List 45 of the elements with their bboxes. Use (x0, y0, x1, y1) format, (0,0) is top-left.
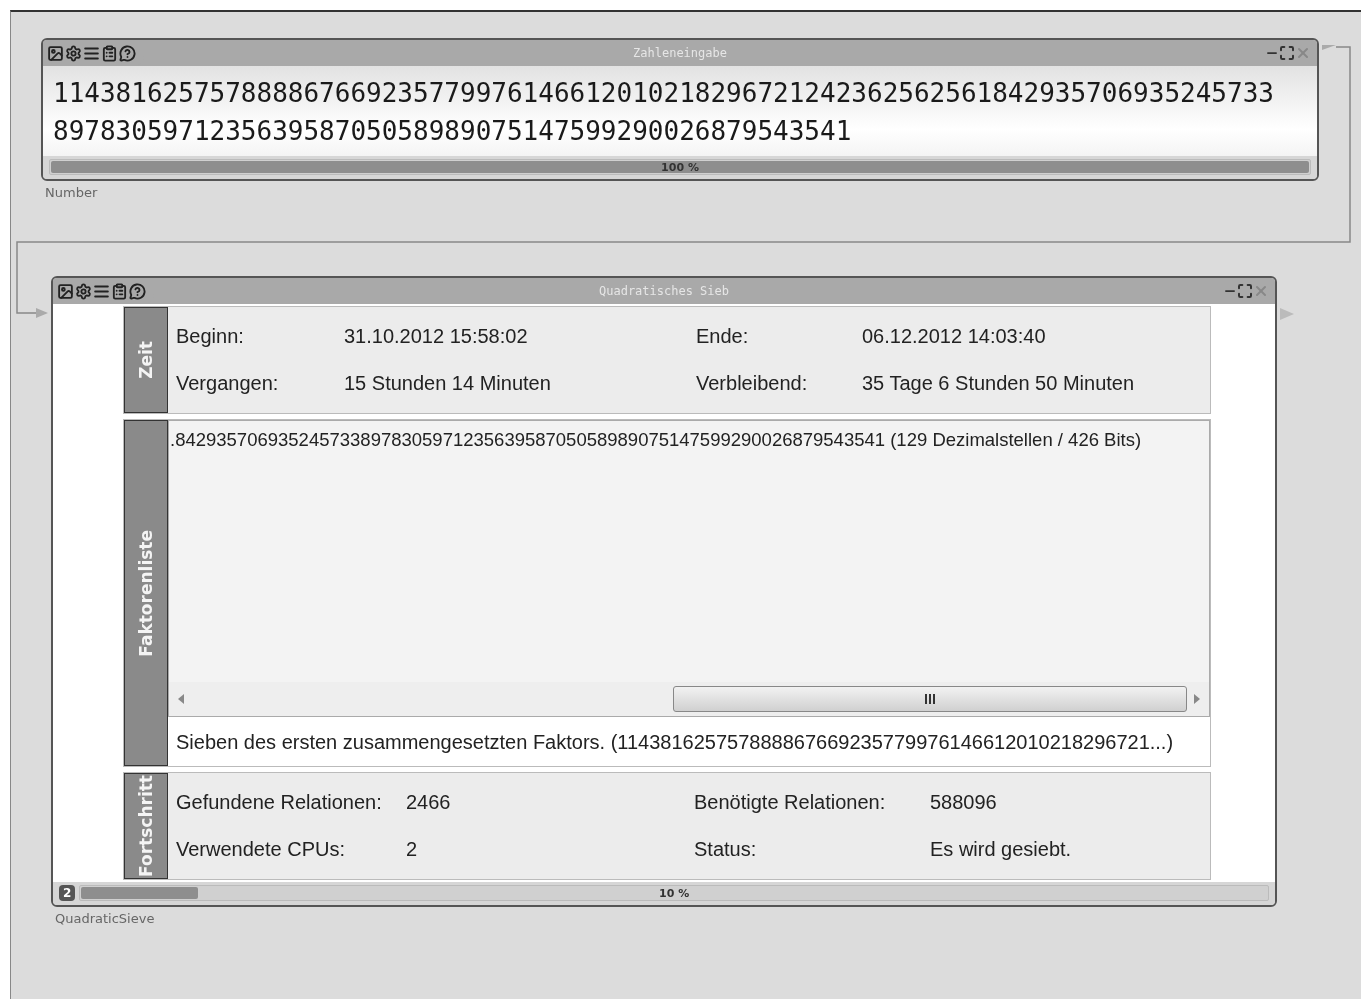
field-value: 35 Tage 6 Stunden 50 Minuten (862, 372, 1136, 395)
progress-label: 100 % (661, 160, 699, 174)
status-message: Sieben des ersten zusammengesetzten Faktors. (114381625757888867669235779976146612010218296721...) (168, 717, 1210, 766)
image-icon[interactable] (47, 44, 64, 62)
field-label: Vergangen: (176, 372, 280, 395)
field-value: 588096 (930, 791, 998, 814)
maximize-icon[interactable] (1237, 283, 1253, 299)
help-icon[interactable] (129, 282, 146, 300)
field-value: Es wird gesiebt. (930, 838, 1073, 861)
module-caption: Number (44, 184, 99, 200)
field-value: 2 (406, 838, 419, 861)
field-label: Benötigte Relationen: (694, 791, 887, 814)
section-tab[interactable]: Zeit (124, 307, 168, 413)
window-title: Zahleneingabe (633, 46, 727, 60)
progress-label: 10 % (659, 886, 690, 900)
field-value: 31.10.2012 15:58:02 (344, 325, 529, 348)
field-label: Status: (694, 838, 758, 861)
window-title: Quadratisches Sieb (599, 284, 729, 298)
field-value: 2466 (406, 791, 452, 814)
maximize-icon[interactable] (1279, 45, 1295, 61)
field-label: Verwendete CPUs: (176, 838, 346, 861)
field-label: Gefundene Relationen: (176, 791, 383, 814)
clipboard-icon[interactable] (111, 282, 128, 300)
field-label: Beginn: (176, 325, 245, 348)
count-badge: 2 (59, 885, 76, 901)
scrollbar[interactable] (169, 682, 1209, 716)
grip-icon[interactable] (924, 693, 936, 705)
number-text: 114381625757888867669235779976146612010218296721242362562561842935706935245733 (53, 77, 1275, 110)
output-port-icon (1280, 308, 1294, 320)
field-label: Ende: (696, 325, 750, 348)
number-text: 897830597123563958705058989075147599290026879543541 (53, 115, 853, 148)
image-icon[interactable] (57, 282, 74, 300)
left-arrow-icon[interactable] (177, 694, 185, 704)
field-label: Verbleibend: (696, 372, 809, 395)
field-value: 06.12.2012 14:03:40 (862, 325, 1047, 348)
help-icon[interactable] (119, 44, 136, 62)
field-value: 15 Stunden 14 Minuten (344, 372, 552, 395)
settings-icon[interactable] (65, 44, 82, 62)
clipboard-icon[interactable] (101, 44, 118, 62)
right-arrow-icon[interactable] (1193, 694, 1201, 704)
module-caption: QuadraticSieve (54, 910, 156, 926)
list-item[interactable]: .842935706935245733897830597123563958705058989075147599290026879543541 (129 Dezimalstellen / 426 Bits) (169, 421, 1209, 682)
section-tab[interactable]: Faktorenliste (124, 420, 168, 766)
settings-icon[interactable] (75, 282, 92, 300)
section-tab[interactable]: Fortschritt (124, 773, 168, 879)
